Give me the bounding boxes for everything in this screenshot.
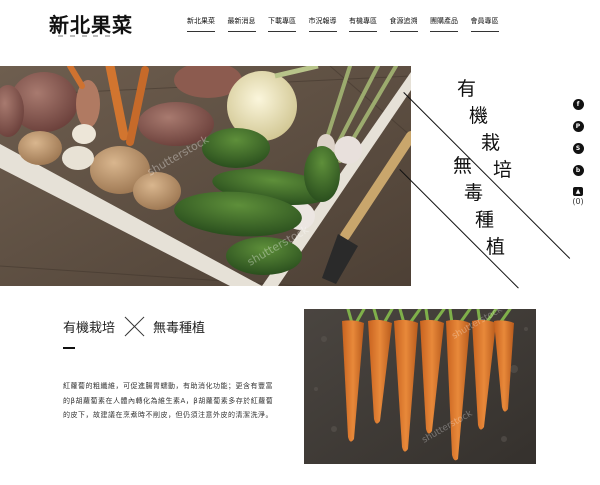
tagline-char: 無 — [453, 155, 473, 177]
tagline-char: 種 — [475, 209, 495, 231]
hero-image: shutterstock shutterstock — [0, 66, 411, 286]
nav-item-home[interactable]: 新北果菜 — [187, 16, 215, 32]
cross-icon — [121, 315, 147, 337]
skype-icon[interactable]: S — [572, 143, 584, 154]
tagline-char: 毒 — [464, 182, 484, 204]
tagline-char: 機 — [469, 105, 489, 127]
main-nav: 新北果菜 最新消息 下載專區 市況報導 有機專區 食源追溯 團購產品 會員專區 — [187, 16, 511, 32]
cart-icon[interactable]: ▲ — [573, 187, 583, 196]
section-title: 有機栽培 無毒種植 — [63, 315, 205, 337]
section-title-left: 有機栽培 — [63, 320, 116, 336]
hero-tagline: 有 機 栽 培 無 毒 種 植 — [399, 66, 571, 289]
cart-count: (0) — [572, 197, 584, 206]
tagline-char: 植 — [486, 236, 506, 258]
tagline-non-toxic: 無 毒 種 植 — [420, 153, 505, 261]
logo-decoration — [58, 35, 110, 39]
nav-item-market-report[interactable]: 市況報導 — [308, 16, 337, 32]
pinterest-icon[interactable]: P — [572, 121, 584, 132]
tagline-char: 有 — [457, 78, 477, 100]
facebook-icon[interactable]: f — [572, 99, 584, 110]
site-logo[interactable]: 新北果菜 — [49, 9, 133, 38]
carrot-image: shutterstock shutterstock — [304, 309, 536, 464]
nav-item-members[interactable]: 會員專區 — [470, 16, 499, 32]
social-links: f P S b ▲ (0) — [570, 99, 586, 206]
section-title-right: 無毒種植 — [153, 320, 206, 336]
nav-item-downloads[interactable]: 下載專區 — [268, 16, 296, 32]
nav-item-organic[interactable]: 有機專區 — [349, 16, 377, 32]
nav-item-news[interactable]: 最新消息 — [227, 16, 256, 32]
blog-icon[interactable]: b — [572, 165, 584, 176]
nav-item-group-buy[interactable]: 團購產品 — [430, 16, 458, 32]
nav-item-traceability[interactable]: 食源追溯 — [389, 16, 418, 32]
section-body: 紅蘿蔔的粗纖維，可促進腸胃蠕動，有助消化功能；更含有豐富的β胡蘿蔔素在人體內轉化… — [63, 382, 274, 419]
section-divider — [63, 347, 75, 349]
